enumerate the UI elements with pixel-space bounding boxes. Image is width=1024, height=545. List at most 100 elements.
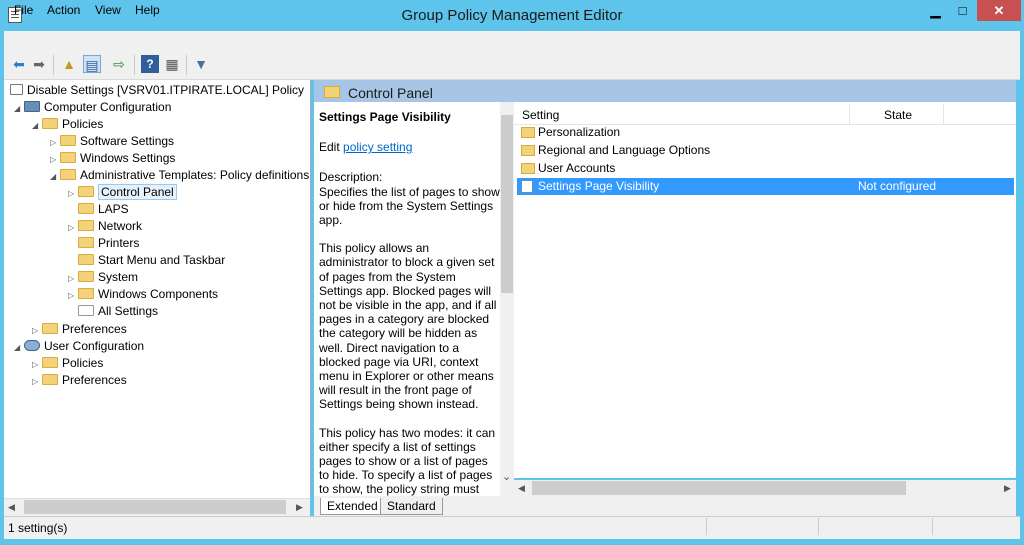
status-separator (818, 518, 819, 535)
collapse-arrow-icon[interactable]: ◢ (50, 168, 60, 185)
expand-arrow-icon[interactable]: ▷ (32, 356, 42, 373)
toolbar-separator (134, 55, 135, 75)
status-text: 1 setting(s) (8, 521, 68, 535)
folder-icon (78, 203, 94, 214)
list-row-user-accounts[interactable]: User Accounts (517, 160, 1014, 177)
folder-icon (78, 254, 94, 265)
description-text-1: Specifies the list of pages to show or h… (319, 184, 500, 228)
list-row-regional-language[interactable]: Regional and Language Options (517, 142, 1014, 159)
users-icon (24, 340, 40, 351)
tree-user-configuration[interactable]: ◢ User Configuration (14, 338, 144, 355)
forward-icon[interactable]: ➡ (30, 55, 48, 73)
expand-arrow-icon[interactable]: ▷ (68, 185, 78, 202)
scroll-right-icon[interactable]: ▶ (1004, 483, 1011, 494)
folder-icon (42, 323, 58, 334)
tab-extended[interactable]: Extended (320, 498, 385, 515)
status-separator (706, 518, 707, 535)
tree-printers[interactable]: Printers (78, 235, 139, 252)
column-setting[interactable]: Setting (522, 108, 559, 122)
menu-view[interactable]: View (95, 3, 121, 17)
list-row-settings-page-visibility[interactable]: Settings Page Visibility Not configured (517, 178, 1014, 195)
tree-computer-configuration[interactable]: ◢ Computer Configuration (14, 99, 171, 116)
tree-windows-settings[interactable]: ▷ Windows Settings (50, 150, 175, 167)
scroll-right-icon[interactable]: ▶ (296, 502, 303, 513)
edit-prefix: Edit (319, 140, 344, 155)
tree-user-policies[interactable]: ▷ Policies (32, 355, 103, 372)
column-separator[interactable] (943, 104, 944, 124)
toolbar-separator (186, 55, 187, 75)
folder-icon (521, 127, 535, 138)
tree-control-panel[interactable]: ▷ Control Panel (68, 184, 177, 201)
expand-arrow-icon[interactable]: ▷ (68, 219, 78, 236)
expand-arrow-icon[interactable]: ▷ (68, 270, 78, 287)
policy-setting-link[interactable]: policy setting (343, 140, 412, 154)
filter-icon[interactable]: ▼ (192, 55, 210, 73)
show-hide-tree-icon[interactable]: ▤ (83, 55, 101, 73)
folder-icon (324, 86, 340, 98)
tree-system[interactable]: ▷ System (68, 269, 138, 286)
tree-policies[interactable]: ◢ Policies (32, 116, 103, 133)
collapse-arrow-icon[interactable]: ◢ (14, 100, 24, 117)
scroll-down-icon[interactable]: ⌄ (502, 470, 511, 483)
tree-administrative-templates[interactable]: ◢ Administrative Templates: Policy defini… (50, 167, 309, 184)
description-scroll-thumb[interactable] (501, 115, 513, 293)
folder-icon (42, 118, 58, 129)
folder-icon (521, 145, 535, 156)
folder-icon (78, 271, 94, 282)
tree-horizontal-scrollbar[interactable]: ◀ ▶ (4, 498, 310, 516)
folder-icon (78, 288, 94, 299)
folder-icon (78, 186, 94, 197)
pane-header-title: Control Panel (348, 85, 433, 101)
menu-bar (4, 31, 1020, 51)
properties-icon[interactable]: ▦ (163, 55, 181, 73)
menu-help[interactable]: Help (135, 3, 160, 17)
expand-arrow-icon[interactable]: ▷ (32, 373, 42, 390)
folder-icon (42, 374, 58, 385)
settings-list-icon (78, 305, 94, 316)
minimize-button[interactable]: ▁ (922, 0, 949, 21)
status-separator (932, 518, 933, 535)
back-icon[interactable]: ⬅ (10, 55, 28, 73)
expand-arrow-icon[interactable]: ▷ (68, 287, 78, 304)
folder-icon (60, 169, 76, 180)
menu-file[interactable]: File (14, 3, 33, 17)
tree-start-menu[interactable]: Start Menu and Taskbar (78, 252, 225, 269)
collapse-arrow-icon[interactable]: ◢ (14, 339, 24, 356)
collapse-arrow-icon[interactable]: ◢ (32, 117, 42, 134)
help-icon[interactable]: ? (141, 55, 159, 73)
expand-arrow-icon[interactable]: ▷ (32, 322, 42, 339)
tree-user-preferences[interactable]: ▷ Preferences (32, 372, 127, 389)
expand-arrow-icon[interactable]: ▷ (50, 134, 60, 151)
export-list-icon[interactable]: ⇨ (110, 55, 128, 73)
up-folder-icon[interactable]: ▲ (60, 55, 78, 73)
tree-preferences[interactable]: ▷ Preferences (32, 321, 127, 338)
scroll-left-icon[interactable]: ◀ (518, 483, 525, 494)
column-separator[interactable] (849, 104, 850, 124)
tree-all-settings[interactable]: All Settings (78, 303, 158, 320)
scroll-left-icon[interactable]: ◀ (8, 502, 15, 513)
toolbar-separator (53, 55, 54, 75)
description-pane: Settings Page Visibility Edit policy set… (314, 102, 500, 496)
computer-icon (24, 101, 40, 112)
tree-laps[interactable]: LAPS (78, 201, 129, 218)
tree-windows-components[interactable]: ▷ Windows Components (68, 286, 218, 303)
folder-icon (60, 152, 76, 163)
maximize-button[interactable]: □ (949, 0, 976, 21)
menu-action[interactable]: Action (47, 3, 80, 17)
expand-arrow-icon[interactable]: ▷ (50, 151, 60, 168)
list-header (514, 104, 1016, 125)
tree-network[interactable]: ▷ Network (68, 218, 142, 235)
policy-title: Settings Page Visibility (319, 110, 451, 124)
tree-root[interactable]: Disable Settings [VSRV01.ITPIRATE.LOCAL]… (10, 82, 304, 99)
list-scroll-thumb[interactable] (532, 481, 906, 495)
tree-software-settings[interactable]: ▷ Software Settings (50, 133, 174, 150)
folder-icon (60, 135, 76, 146)
description-text-2: This policy allows an administrator to b… (319, 241, 497, 412)
tab-standard[interactable]: Standard (380, 498, 443, 515)
row-state: Not configured (858, 179, 937, 193)
status-bar (4, 516, 1020, 539)
column-state[interactable]: State (884, 108, 912, 122)
list-row-personalization[interactable]: Personalization (517, 124, 1014, 141)
scroll-thumb[interactable] (24, 500, 286, 514)
close-button[interactable]: ✕ (977, 0, 1021, 21)
